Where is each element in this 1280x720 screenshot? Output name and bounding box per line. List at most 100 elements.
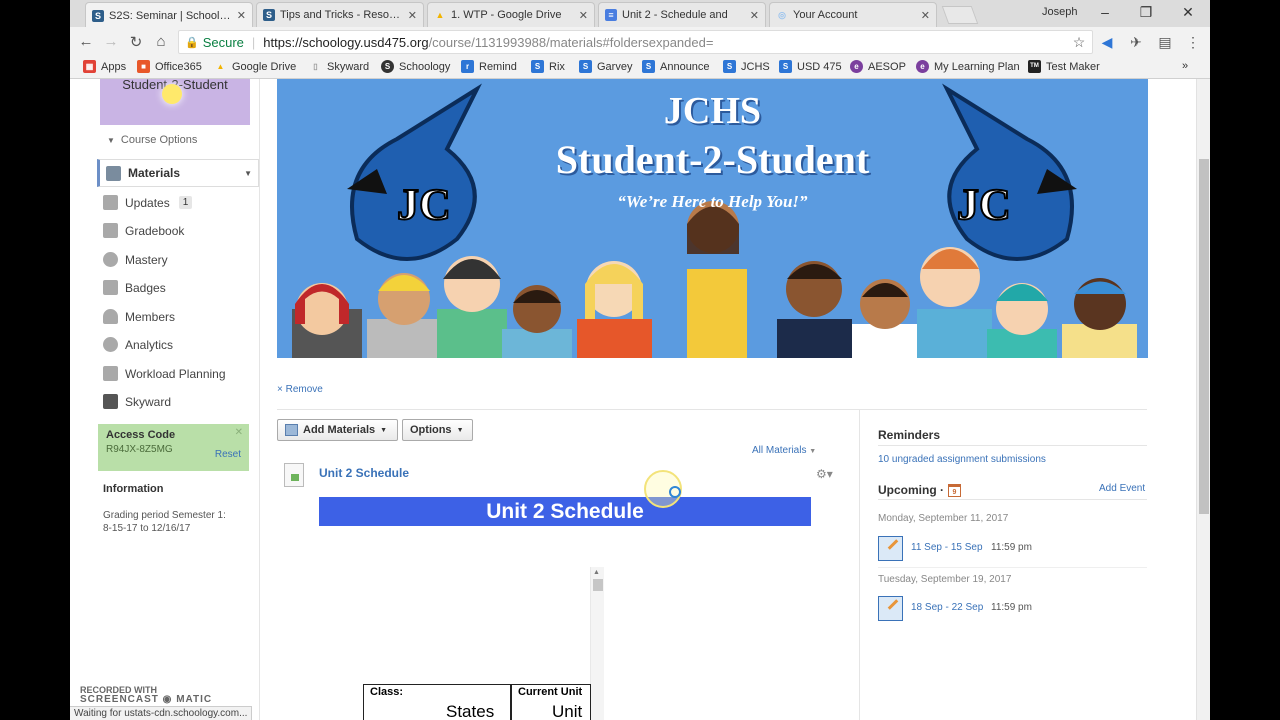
bookmark-jchs[interactable]: S JCHS — [723, 60, 770, 73]
secure-label: Secure — [202, 34, 244, 50]
more-bookmarks-button[interactable]: » — [1182, 60, 1188, 72]
forward-icon[interactable]: → — [101, 33, 121, 50]
bookmark-usd475[interactable]: S USD 475 — [779, 60, 842, 73]
tab-title: S2S: Seminar | Schoology — [109, 9, 232, 22]
bookmark-schoology[interactable]: S Schoology — [381, 60, 450, 73]
bookmark-google-drive[interactable]: ▲ Google Drive — [214, 60, 297, 73]
sidebar-item-mastery[interactable]: Mastery — [103, 252, 168, 267]
embedded-doc-scrollbar[interactable]: ▲ — [590, 567, 604, 720]
event-link[interactable]: 18 Sep - 22 Sep — [911, 602, 983, 613]
close-icon[interactable]: ✕ — [408, 9, 417, 22]
gear-icon[interactable]: ⚙▾ — [816, 467, 833, 481]
tab-google-drive[interactable]: ▲ 1. WTP - Google Drive ✕ — [427, 2, 595, 27]
bookmark-remind[interactable]: r Remind — [461, 60, 517, 73]
bookmark-label: Remind — [479, 60, 517, 73]
caret-down-icon[interactable]: ▼ — [244, 169, 252, 178]
add-materials-icon — [285, 424, 298, 436]
sidebar-item-materials[interactable]: Materials ▼ — [97, 159, 259, 187]
bookmark-label: AESOP — [868, 60, 906, 73]
sidebar-item-analytics[interactable]: Analytics — [103, 337, 173, 352]
divider — [878, 499, 1147, 500]
close-icon[interactable]: ✕ — [921, 9, 930, 22]
extension-icon[interactable]: ▤ — [1155, 34, 1175, 51]
extension-megaphone-icon[interactable]: ◀ — [1097, 34, 1117, 51]
tab-title: 1. WTP - Google Drive — [451, 9, 562, 21]
course-options-button[interactable]: ▼ Course Options — [107, 134, 197, 146]
tab-unit-2-schedule[interactable]: ≡ Unit 2 - Schedule and ✕ — [598, 2, 766, 27]
calendar-icon[interactable]: 9 — [948, 483, 961, 497]
bookmark-label: Google Drive — [232, 60, 297, 73]
upcoming-title: Upcoming · 9 — [878, 483, 961, 497]
course-picture: Student-2-Student — [100, 79, 250, 125]
banner-title-line2: Student-2-Student — [555, 137, 870, 182]
remove-banner-link[interactable]: × Remove — [277, 384, 323, 395]
sidebar-item-members[interactable]: Members — [103, 309, 175, 324]
sidebar-item-workload-planning[interactable]: Workload Planning — [103, 366, 226, 381]
divider — [878, 567, 1147, 568]
bookmark-label: Test Maker — [1046, 60, 1100, 73]
profile-name[interactable]: Joseph — [1042, 6, 1077, 18]
reload-icon[interactable]: ↻ — [126, 33, 146, 51]
scroll-up-icon[interactable]: ▲ — [593, 569, 600, 576]
tab-s2s-seminar[interactable]: S S2S: Seminar | Schoology ✕ — [85, 2, 253, 28]
options-button[interactable]: Options ▼ — [402, 419, 473, 441]
options-label: Options — [410, 424, 452, 436]
page-icon: ▯ — [313, 62, 318, 71]
bookmark-star-icon[interactable]: ☆ — [1069, 34, 1089, 51]
menu-icon[interactable]: ⋮ — [1183, 34, 1203, 51]
extension-rocket-icon[interactable]: ✈ — [1126, 34, 1146, 51]
tab-your-account[interactable]: ◎ Your Account ✕ — [769, 2, 937, 27]
close-icon[interactable]: ✕ — [579, 9, 588, 22]
scroll-thumb[interactable] — [1199, 159, 1209, 514]
url-bar[interactable]: 🔒 Secure | https://schoology.usd475.org … — [178, 30, 1093, 54]
url-host: https://schoology.usd475.org — [263, 34, 429, 50]
bookmark-label: Apps — [101, 60, 127, 73]
bookmark-apps[interactable]: ▦ Apps — [83, 60, 126, 73]
divider — [878, 445, 1147, 446]
add-materials-button[interactable]: Add Materials ▼ — [277, 419, 398, 441]
chevron-right-icon: » — [1182, 60, 1189, 72]
add-event-link[interactable]: Add Event — [1099, 483, 1145, 494]
close-icon[interactable]: ✕ — [750, 9, 759, 22]
material-item-title[interactable]: Unit 2 Schedule — [319, 466, 409, 480]
sidebar-item-badges[interactable]: Badges — [103, 280, 166, 295]
bookmark-label: Schoology — [399, 60, 451, 73]
bookmark-rix[interactable]: S Rix — [531, 60, 565, 73]
updates-count-badge: 1 — [178, 196, 193, 209]
sidebar-item-label: Members — [125, 309, 176, 324]
account-icon: ◎ — [778, 10, 786, 20]
minimize-icon[interactable]: – — [1095, 4, 1115, 20]
bookmark-label: My Learning Plan — [934, 60, 1020, 73]
ungraded-submissions-link[interactable]: 10 ungraded assignment submissions — [878, 454, 1046, 465]
all-materials-filter[interactable]: All Materials ▼ — [752, 445, 816, 456]
bookmark-aesop[interactable]: e AESOP — [850, 60, 906, 73]
event-link[interactable]: 11 Sep - 15 Sep — [911, 542, 983, 553]
maximize-icon[interactable]: ❐ — [1136, 4, 1156, 21]
back-icon[interactable]: ← — [76, 33, 96, 50]
bookmark-office365[interactable]: ■ Office365 — [137, 60, 202, 73]
new-tab-button[interactable] — [941, 6, 979, 24]
close-icon[interactable]: ✕ — [235, 427, 243, 438]
close-window-icon[interactable]: ✕ — [1178, 4, 1198, 21]
bookmark-garvey[interactable]: S Garvey — [579, 60, 632, 73]
learning-plan-icon: e — [916, 60, 929, 73]
close-icon[interactable]: ✕ — [237, 9, 246, 22]
bookmark-announce[interactable]: S Announce — [642, 60, 710, 73]
sidebar-item-label: Workload Planning — [125, 366, 226, 381]
bookmark-label: Garvey — [597, 60, 633, 73]
reset-access-code-link[interactable]: Reset — [215, 449, 241, 460]
bookmark-label: Office365 — [155, 60, 202, 73]
tab-tips-and-tricks[interactable]: S Tips and Tricks - Resourc ✕ — [256, 2, 424, 27]
sidebar-item-gradebook[interactable]: Gradebook — [103, 223, 184, 238]
sidebar-item-skyward[interactable]: Skyward — [103, 394, 171, 409]
home-icon[interactable]: ⌂ — [151, 33, 171, 50]
bookmark-test-maker[interactable]: TM Test Maker — [1028, 60, 1100, 73]
members-icon — [103, 309, 118, 324]
screencast-watermark: RECORDED WITH SCREENCAST ◉ MATIC — [80, 686, 212, 705]
sidebar-item-updates[interactable]: Updates 1 — [103, 195, 193, 210]
bookmark-skyward[interactable]: ▯ Skyward — [309, 60, 369, 73]
access-code-panel: Access Code R94JX-8Z5MG Reset ✕ — [98, 424, 249, 471]
scroll-thumb[interactable] — [593, 579, 603, 591]
bookmark-my-learning-plan[interactable]: e My Learning Plan — [916, 60, 1020, 73]
page-scrollbar[interactable] — [1196, 79, 1210, 720]
